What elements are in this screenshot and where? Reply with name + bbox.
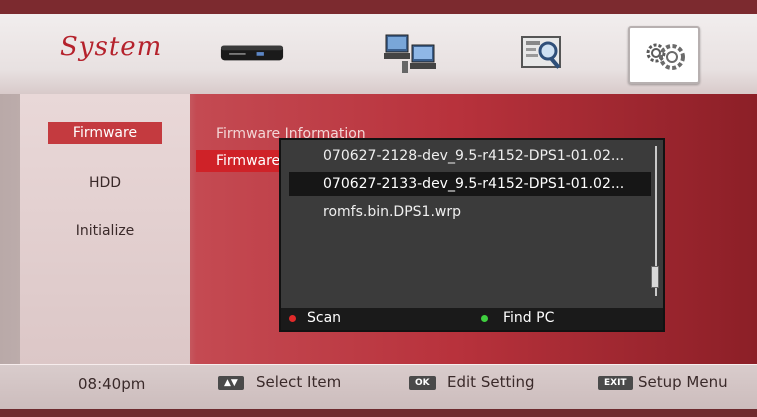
network-pcs-icon[interactable] [378, 28, 442, 78]
file-list-item[interactable]: romfs.bin.DPS1.wrp [289, 200, 651, 224]
footer-bottom-shade [0, 409, 757, 417]
scan-label[interactable]: Scan [307, 310, 341, 326]
setup-menu-hint: Setup Menu [638, 373, 728, 391]
arrow-keys-icon: ▲▼ [218, 376, 244, 390]
firmware-file-popup: 070627-2128-dev_9.5-r4152-DPS1-01.02... … [279, 138, 665, 332]
gears-icon[interactable] [628, 26, 700, 84]
file-list-item-selected[interactable]: 070627-2133-dev_9.5-r4152-DPS1-01.02... [289, 172, 651, 196]
header-bar: System [0, 12, 757, 94]
file-list-item[interactable]: 070627-2128-dev_9.5-r4152-DPS1-01.02... [289, 144, 651, 168]
select-item-hint: Select Item [256, 373, 342, 391]
scrollbar-thumb[interactable] [651, 266, 659, 288]
info-screen-icon[interactable] [510, 28, 574, 78]
page-title: System [60, 32, 163, 62]
green-button-icon [481, 315, 488, 322]
footer-bar: 08:40pm ▲▼ Select Item OK Edit Setting E… [0, 364, 757, 410]
red-button-icon [289, 315, 296, 322]
clock-time: 08:40pm [78, 375, 146, 393]
sidebar-item-firmware[interactable]: Firmware [48, 122, 162, 144]
ok-key-icon: OK [409, 376, 436, 390]
header-top-shade [0, 0, 757, 14]
popup-footer: Scan Find PC [281, 308, 663, 330]
exit-key-icon: EXIT [598, 376, 633, 390]
firmware-update-item[interactable]: Firmware [196, 150, 286, 172]
system-screen: System Firmware HDD Initialize Firmware … [0, 0, 757, 417]
find-pc-label[interactable]: Find PC [503, 310, 554, 326]
edit-setting-hint: Edit Setting [447, 373, 535, 391]
settop-box-icon[interactable] [220, 28, 284, 78]
sidebar-item-hdd[interactable]: HDD [48, 172, 162, 194]
sidebar-item-initialize[interactable]: Initialize [48, 220, 162, 242]
sidebar: Firmware HDD Initialize [20, 94, 190, 364]
